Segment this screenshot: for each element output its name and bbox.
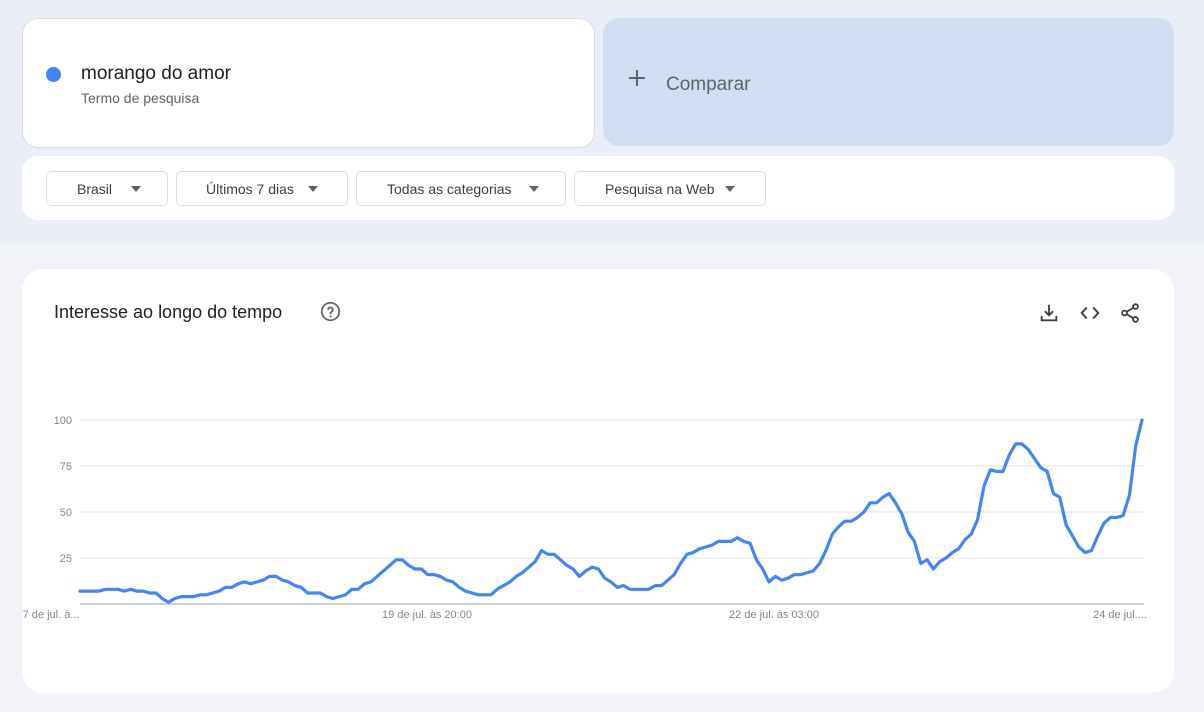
series-color-dot <box>46 67 61 82</box>
plus-icon <box>628 69 646 87</box>
filters-bar: Brasil Últimos 7 dias Todas as categoria… <box>22 156 1174 220</box>
chevron-down-icon <box>308 186 318 192</box>
category-dropdown[interactable]: Todas as categorias <box>356 171 566 206</box>
x-tick-label: 19 de jul. às 20:00 <box>382 609 472 621</box>
chevron-down-icon <box>529 186 539 192</box>
region-dropdown[interactable]: Brasil <box>46 171 168 206</box>
x-tick-label: 24 de jul.... <box>1093 609 1147 621</box>
time-range-label: Últimos 7 dias <box>206 181 294 197</box>
y-tick-label: 100 <box>54 415 72 427</box>
search-type-label: Pesquisa na Web <box>605 181 715 197</box>
category-label: Todas as categorias <box>387 181 512 197</box>
search-term-name[interactable]: morango do amor <box>81 63 231 85</box>
time-range-dropdown[interactable]: Últimos 7 dias <box>176 171 348 206</box>
x-tick-label: 17 de jul. à... <box>22 609 80 621</box>
interest-over-time-card: Interesse ao longo do tempo 25 50 75 100 17 … <box>22 269 1174 693</box>
compare-label: Comparar <box>666 74 751 95</box>
search-type-dropdown[interactable]: Pesquisa na Web <box>574 171 766 206</box>
chevron-down-icon <box>725 186 735 192</box>
series-line[interactable] <box>78 418 1144 604</box>
compare-button[interactable]: Comparar <box>603 18 1174 146</box>
interest-line-chart: 25 50 75 100 17 de jul. à... 19 de jul. às 20… <box>22 415 1147 621</box>
y-tick-label: 50 <box>60 507 72 519</box>
region-label: Brasil <box>77 181 113 197</box>
search-term-subtitle: Termo de pesquisa <box>81 90 200 106</box>
y-tick-label: 75 <box>60 461 72 473</box>
chevron-down-icon <box>131 186 141 192</box>
x-tick-label: 22 de jul. às 03:00 <box>729 609 819 621</box>
y-tick-label: 25 <box>60 553 72 565</box>
search-term-card[interactable]: morango do amor Termo de pesquisa <box>22 18 595 148</box>
